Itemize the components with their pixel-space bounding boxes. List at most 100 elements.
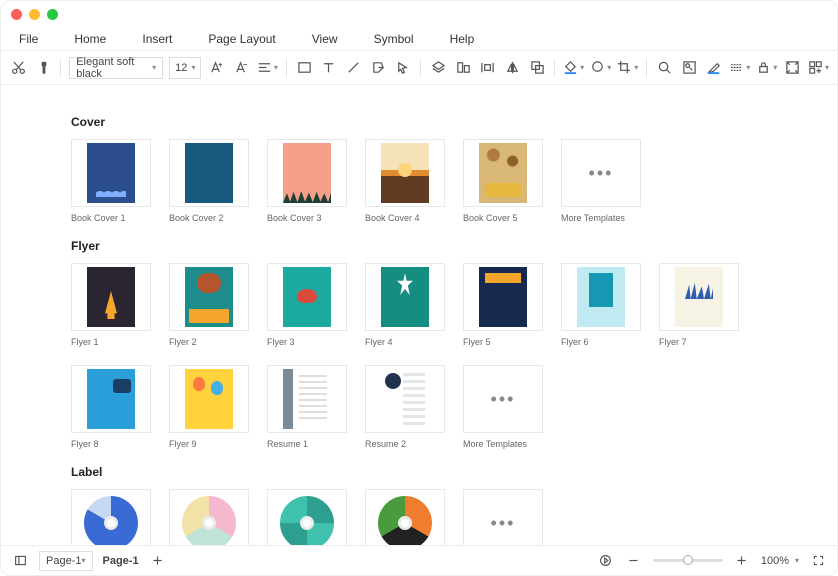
template-card[interactable] — [71, 489, 151, 545]
font-size-select[interactable]: 12 ▾ — [169, 57, 201, 79]
template-thumb — [561, 263, 641, 331]
template-card[interactable]: Flyer 1 — [71, 263, 151, 347]
template-card[interactable]: Flyer 9 — [169, 365, 249, 449]
pointer-tool-icon[interactable] — [393, 57, 412, 79]
font-family-value: Elegant soft black — [76, 56, 156, 80]
template-card[interactable]: Book Cover 1 — [71, 139, 151, 223]
menu-view[interactable]: View — [304, 29, 346, 49]
distribute-icon[interactable] — [478, 57, 497, 79]
zoom-window-button[interactable] — [47, 9, 58, 20]
page-select[interactable]: Page-1 ▾ — [39, 551, 93, 571]
group-icon[interactable] — [528, 57, 547, 79]
zoom-in-button[interactable] — [733, 552, 751, 570]
text-align-icon[interactable] — [257, 57, 278, 79]
chevron-down-icon: ▾ — [152, 63, 156, 72]
align-objects-icon[interactable] — [454, 57, 473, 79]
minimize-window-button[interactable] — [29, 9, 40, 20]
template-label: Flyer 9 — [169, 439, 249, 449]
cut-icon[interactable] — [9, 57, 28, 79]
template-card[interactable]: Flyer 8 — [71, 365, 151, 449]
template-card[interactable]: Book Cover 5 — [463, 139, 543, 223]
more-templates-card[interactable]: ••• More Templates — [561, 139, 641, 223]
template-card[interactable]: Book Cover 2 — [169, 139, 249, 223]
template-card[interactable]: Flyer 2 — [169, 263, 249, 347]
chevron-down-icon: ▾ — [81, 556, 85, 565]
ellipsis-icon: ••• — [463, 365, 543, 433]
page-tab[interactable]: Page-1 — [103, 555, 139, 567]
more-tools-icon[interactable] — [808, 57, 829, 79]
template-thumb — [71, 489, 151, 545]
template-card[interactable]: Resume 2 — [365, 365, 445, 449]
font-family-select[interactable]: Elegant soft black ▾ — [69, 57, 163, 79]
section-title-cover: Cover — [71, 115, 777, 129]
template-label: Flyer 2 — [169, 337, 249, 347]
text-tool-icon[interactable] — [319, 57, 338, 79]
template-label: Book Cover 1 — [71, 213, 151, 223]
template-thumb — [169, 489, 249, 545]
template-card[interactable]: Flyer 7 — [659, 263, 739, 347]
shape-rectangle-icon[interactable] — [295, 57, 314, 79]
more-templates-card[interactable]: •••More Templates — [463, 365, 543, 449]
template-thumb — [365, 263, 445, 331]
shape-outline-icon[interactable] — [590, 57, 611, 79]
crop-icon[interactable] — [617, 57, 638, 79]
page-select-value: Page-1 — [46, 555, 81, 567]
window-titlebar — [1, 1, 837, 27]
menu-symbol[interactable]: Symbol — [366, 29, 422, 49]
template-thumb — [71, 139, 151, 207]
section-title-flyer: Flyer — [71, 239, 777, 253]
template-card[interactable]: Flyer 6 — [561, 263, 641, 347]
template-thumb — [365, 489, 445, 545]
template-card[interactable]: Resume 1 — [267, 365, 347, 449]
pages-panel-icon[interactable] — [11, 552, 29, 570]
line-style-icon[interactable] — [729, 57, 750, 79]
fullscreen-icon[interactable] — [809, 552, 827, 570]
template-card[interactable]: Flyer 5 — [463, 263, 543, 347]
section-grid-flyer: Flyer 1Flyer 2Flyer 3Flyer 4Flyer 5Flyer… — [71, 263, 777, 449]
zoom-slider[interactable] — [653, 559, 723, 562]
increase-font-icon[interactable] — [207, 57, 226, 79]
template-thumb — [71, 263, 151, 331]
menu-home[interactable]: Home — [66, 29, 114, 49]
template-thumb — [365, 365, 445, 433]
lock-icon[interactable] — [756, 57, 777, 79]
template-thumb — [463, 139, 543, 207]
template-card[interactable] — [169, 489, 249, 545]
more-templates-card[interactable]: ••• — [463, 489, 543, 545]
template-thumb — [169, 263, 249, 331]
layers-icon[interactable] — [429, 57, 448, 79]
template-card[interactable] — [365, 489, 445, 545]
zoom-value: 100% — [761, 555, 789, 567]
close-window-button[interactable] — [11, 9, 22, 20]
line-tool-icon[interactable] — [344, 57, 363, 79]
template-label: More Templates — [561, 213, 641, 223]
menu-help[interactable]: Help — [442, 29, 483, 49]
template-label: Flyer 3 — [267, 337, 347, 347]
highlighter-icon[interactable] — [705, 57, 724, 79]
template-thumb — [169, 365, 249, 433]
fit-page-icon[interactable] — [783, 57, 802, 79]
template-card[interactable]: Book Cover 3 — [267, 139, 347, 223]
menu-file[interactable]: File — [11, 29, 46, 49]
template-card[interactable] — [267, 489, 347, 545]
ellipsis-icon: ••• — [561, 139, 641, 207]
decrease-font-icon[interactable] — [232, 57, 251, 79]
replace-icon[interactable] — [680, 57, 699, 79]
add-page-button[interactable] — [149, 552, 167, 570]
status-bar: Page-1 ▾ Page-1 100% ▾ — [1, 545, 837, 575]
toolbar: Elegant soft black ▾ 12 ▾ — [1, 51, 837, 85]
format-painter-icon[interactable] — [34, 57, 53, 79]
menu-insert[interactable]: Insert — [134, 29, 180, 49]
fill-color-icon[interactable] — [563, 57, 584, 79]
search-icon[interactable] — [655, 57, 674, 79]
template-thumb — [267, 365, 347, 433]
pen-tool-icon[interactable] — [369, 57, 388, 79]
template-card[interactable]: Book Cover 4 — [365, 139, 445, 223]
template-card[interactable]: Flyer 3 — [267, 263, 347, 347]
template-label: Book Cover 2 — [169, 213, 249, 223]
menu-page-layout[interactable]: Page Layout — [200, 29, 283, 49]
flip-icon[interactable] — [503, 57, 522, 79]
template-card[interactable]: Flyer 4 — [365, 263, 445, 347]
zoom-out-button[interactable] — [625, 552, 643, 570]
presentation-icon[interactable] — [597, 552, 615, 570]
